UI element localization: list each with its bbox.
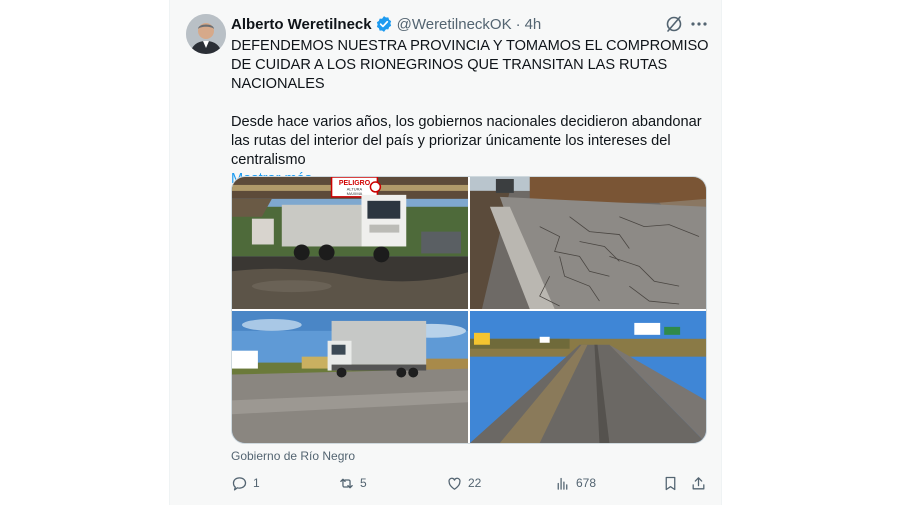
sign-text-maxima: MAXIMA bbox=[347, 191, 363, 196]
grok-icon[interactable] bbox=[664, 14, 684, 34]
action-bar: 1 5 22 678 bbox=[231, 473, 711, 493]
share-icon bbox=[692, 476, 705, 489]
tweet-paragraph-headline: DEFENDEMOS NUESTRA PROVINCIA Y TOMAMOS E… bbox=[231, 38, 709, 92]
photo-truck-under-sign[interactable]: PELIGRO ALTURA MAXIMA bbox=[232, 177, 468, 309]
reply-icon bbox=[232, 476, 247, 491]
tweet-header: Alberto Weretilneck @WeretilneckOK · 4h bbox=[231, 14, 541, 34]
media-attribution[interactable]: Gobierno de Río Negro bbox=[231, 449, 355, 463]
tweet-text: DEFENDEMOS NUESTRA PROVINCIA Y TOMAMOS E… bbox=[231, 37, 711, 189]
avatar[interactable] bbox=[186, 14, 226, 54]
reply-button[interactable]: 1 bbox=[231, 473, 260, 493]
photo-truck-highway[interactable] bbox=[232, 311, 468, 443]
photo-cracked-road[interactable] bbox=[470, 177, 706, 309]
more-icon[interactable] bbox=[688, 14, 710, 34]
photo-long-road[interactable] bbox=[470, 311, 706, 443]
like-button[interactable]: 22 bbox=[446, 473, 481, 493]
like-icon bbox=[448, 477, 461, 490]
like-count: 22 bbox=[468, 476, 482, 490]
repost-count: 5 bbox=[360, 476, 367, 490]
reply-count: 1 bbox=[253, 476, 260, 490]
bookmark-icon bbox=[665, 476, 676, 490]
verified-badge-icon[interactable] bbox=[375, 15, 393, 33]
repost-icon bbox=[340, 478, 353, 488]
tweet-card[interactable]: Alberto Weretilneck @WeretilneckOK · 4h … bbox=[169, 0, 722, 505]
media-grid: PELIGRO ALTURA MAXIMA bbox=[231, 176, 707, 444]
bookmark-button[interactable] bbox=[662, 473, 684, 493]
timestamp[interactable]: 4h bbox=[525, 16, 542, 33]
author-name[interactable]: Alberto Weretilneck bbox=[231, 16, 372, 33]
share-button[interactable] bbox=[690, 473, 712, 493]
views-button[interactable]: 678 bbox=[554, 473, 596, 493]
views-icon bbox=[557, 477, 568, 490]
author-handle[interactable]: @WeretilneckOK bbox=[397, 16, 512, 33]
tweet-paragraph-body: Desde hace varios años, los gobiernos na… bbox=[231, 114, 702, 168]
views-count: 678 bbox=[576, 476, 597, 490]
repost-button[interactable]: 5 bbox=[338, 473, 367, 493]
separator-dot: · bbox=[515, 15, 521, 33]
